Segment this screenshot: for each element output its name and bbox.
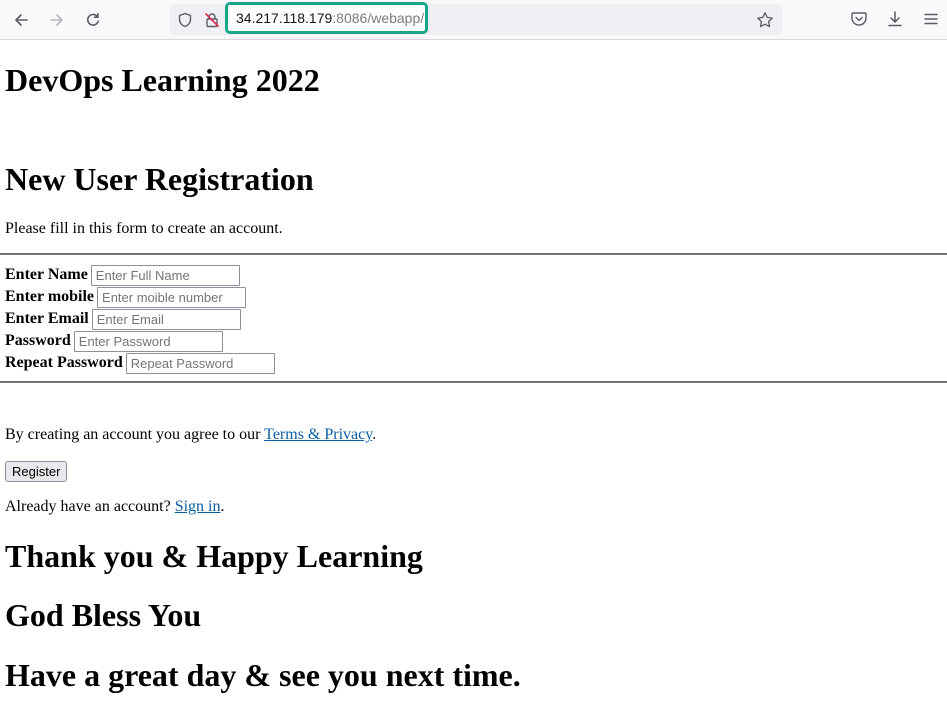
email-row: Enter Email — [5, 308, 241, 330]
goodbye-heading: Have a great day & see you next time. — [5, 657, 521, 693]
terms-suffix: . — [372, 426, 377, 443]
forward-arrow-icon[interactable] — [43, 6, 71, 34]
url-field[interactable]: 34.217.118.179:8086/webapp/ — [225, 2, 428, 34]
form-title: New User Registration — [5, 161, 314, 197]
mobile-label: Enter mobile — [5, 288, 95, 305]
mobile-field[interactable] — [97, 286, 247, 308]
signin-link[interactable]: Sign in — [175, 498, 221, 515]
repeat-password-field[interactable] — [125, 352, 275, 374]
url-host: 34.217.118.179 — [236, 10, 333, 26]
browser-toolbar: 34.217.118.179:8086/webapp/ — [0, 0, 947, 40]
back-arrow-icon[interactable] — [7, 6, 35, 34]
pocket-icon[interactable] — [847, 7, 871, 31]
name-label: Enter Name — [5, 266, 88, 283]
terms-prefix: By creating an account you agree to our — [5, 426, 265, 443]
repeat-password-row: Repeat Password — [5, 352, 275, 374]
reload-icon[interactable] — [79, 6, 107, 34]
star-icon[interactable] — [756, 11, 774, 29]
bless-heading: God Bless You — [5, 597, 202, 633]
name-row: Enter Name — [5, 264, 240, 286]
download-icon[interactable] — [883, 7, 907, 31]
password-label: Password — [5, 332, 71, 349]
hamburger-menu-icon[interactable] — [919, 7, 943, 31]
password-row: Password — [5, 330, 223, 352]
terms-text: By creating an account you agree to our … — [5, 425, 376, 444]
password-field[interactable] — [73, 330, 223, 352]
repeat-password-label: Repeat Password — [5, 354, 123, 371]
email-field[interactable] — [91, 308, 241, 330]
shield-icon[interactable] — [176, 11, 194, 29]
url-bar[interactable]: 34.217.118.179:8086/webapp/ — [170, 2, 782, 35]
signin-suffix: . — [220, 498, 225, 515]
email-label: Enter Email — [5, 310, 89, 327]
register-button[interactable]: Register — [5, 461, 68, 482]
name-field[interactable] — [90, 264, 240, 286]
site-title: DevOps Learning 2022 — [5, 62, 320, 98]
form-intro: Please fill in this form to create an ac… — [5, 220, 283, 237]
divider-bottom — [0, 381, 947, 383]
divider-top — [0, 253, 947, 255]
signin-prefix: Already have an account? — [5, 498, 175, 515]
terms-link[interactable]: Terms & Privacy — [264, 426, 372, 443]
insecure-lock-icon[interactable] — [203, 11, 221, 29]
thanks-heading: Thank you & Happy Learning — [5, 538, 423, 574]
mobile-row: Enter mobile — [5, 286, 247, 308]
url-path: :8086/webapp/ — [332, 10, 425, 26]
signin-text: Already have an account? Sign in. — [5, 497, 224, 516]
